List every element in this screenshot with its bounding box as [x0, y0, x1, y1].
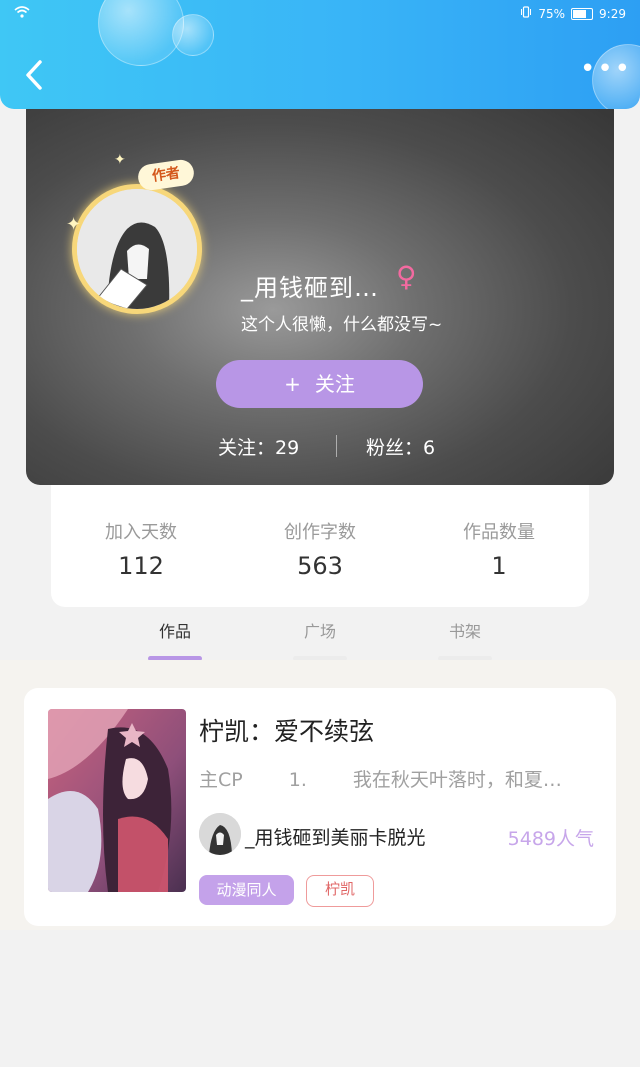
tab-square[interactable]: 广场: [280, 618, 360, 661]
work-title[interactable]: 柠凯：爱不续弦: [199, 712, 374, 748]
work-item[interactable]: 柠凯：爱不续弦 主CP 1. 我在秋天叶落时，和夏… _用钱砸到美丽卡脱光 5489…: [24, 688, 616, 926]
follow-button[interactable]: + 关注: [216, 360, 423, 408]
tab-label: 书架: [448, 622, 481, 641]
more-button[interactable]: •••: [580, 56, 630, 86]
content-tabs: 作品 广场 书架: [0, 612, 640, 662]
female-gender-icon: ♀: [396, 260, 417, 293]
following-count[interactable]: 关注：29: [218, 433, 299, 460]
stat-value: 563: [297, 552, 343, 580]
author-badge: 作者: [136, 158, 196, 192]
popularity-count: 5489人气: [507, 828, 594, 850]
author-avatar-illustration: [199, 813, 241, 855]
cover-illustration: [48, 709, 186, 892]
avatar-illustration: [77, 189, 197, 309]
sparkle-icon-2: ✦: [114, 152, 126, 168]
top-header: 75% 9:29 •••: [0, 0, 640, 109]
stat-value: 112: [118, 552, 164, 580]
stat-value: 1: [491, 552, 507, 580]
stat-works-count: 作品数量 1: [409, 518, 589, 580]
user-bio: 这个人很懒，什么都没写~: [241, 315, 443, 335]
username: _用钱砸到…: [241, 274, 379, 302]
wifi-icon: [14, 6, 30, 21]
stat-label: 加入天数: [105, 522, 177, 543]
plus-icon: +: [284, 372, 301, 396]
sparkle-icon: ✦: [66, 214, 82, 235]
tab-label: 作品: [158, 622, 191, 641]
status-bar: 75% 9:29: [0, 4, 640, 24]
work-cover-image[interactable]: [48, 709, 186, 892]
avatar[interactable]: [72, 184, 202, 314]
follow-label: 关注: [314, 372, 355, 396]
follow-counts: 关注：29 粉丝：6: [26, 433, 614, 463]
work-description: 主CP 1. 我在秋天叶落时，和夏…: [199, 765, 594, 792]
tag-category[interactable]: 动漫同人: [199, 875, 294, 905]
desc-number: 1.: [288, 769, 307, 791]
works-list: 柠凯：爱不续弦 主CP 1. 我在秋天叶落时，和夏… _用钱砸到美丽卡脱光 5489…: [0, 660, 640, 930]
stats-card: 加入天数 112 创作字数 563 作品数量 1: [51, 470, 589, 607]
stat-word-count: 创作字数 563: [230, 518, 410, 580]
battery-percent: 75%: [538, 6, 566, 21]
stat-label: 创作字数: [284, 522, 356, 543]
back-button[interactable]: [18, 58, 52, 92]
chevron-left-icon: [26, 60, 42, 90]
work-author-row[interactable]: _用钱砸到美丽卡脱光 5489人气: [199, 813, 594, 857]
counts-divider: [336, 435, 337, 457]
battery-icon: [571, 7, 594, 20]
stat-label: 作品数量: [463, 522, 535, 543]
profile-card: 作者 ✦ ✦ _用钱砸到… ♀ 这个人很懒，什么都没写~ + 关注 关注：29 …: [26, 96, 614, 485]
tab-works[interactable]: 作品: [135, 618, 215, 661]
fans-count[interactable]: 粉丝：6: [366, 433, 435, 460]
tag-cp[interactable]: 柠凯: [306, 875, 374, 907]
tab-bookshelf[interactable]: 书架: [425, 618, 505, 661]
stat-join-days: 加入天数 112: [51, 518, 231, 580]
author-avatar[interactable]: [199, 813, 241, 855]
vibrate-icon: [520, 6, 532, 21]
tab-label: 广场: [303, 622, 336, 641]
desc-cp: 主CP: [199, 769, 243, 791]
more-dots-icon: •••: [580, 54, 633, 84]
author-name: _用钱砸到美丽卡脱光: [245, 827, 426, 849]
desc-text: 我在秋天叶落时，和夏…: [352, 769, 562, 791]
clock: 9:29: [599, 6, 626, 21]
